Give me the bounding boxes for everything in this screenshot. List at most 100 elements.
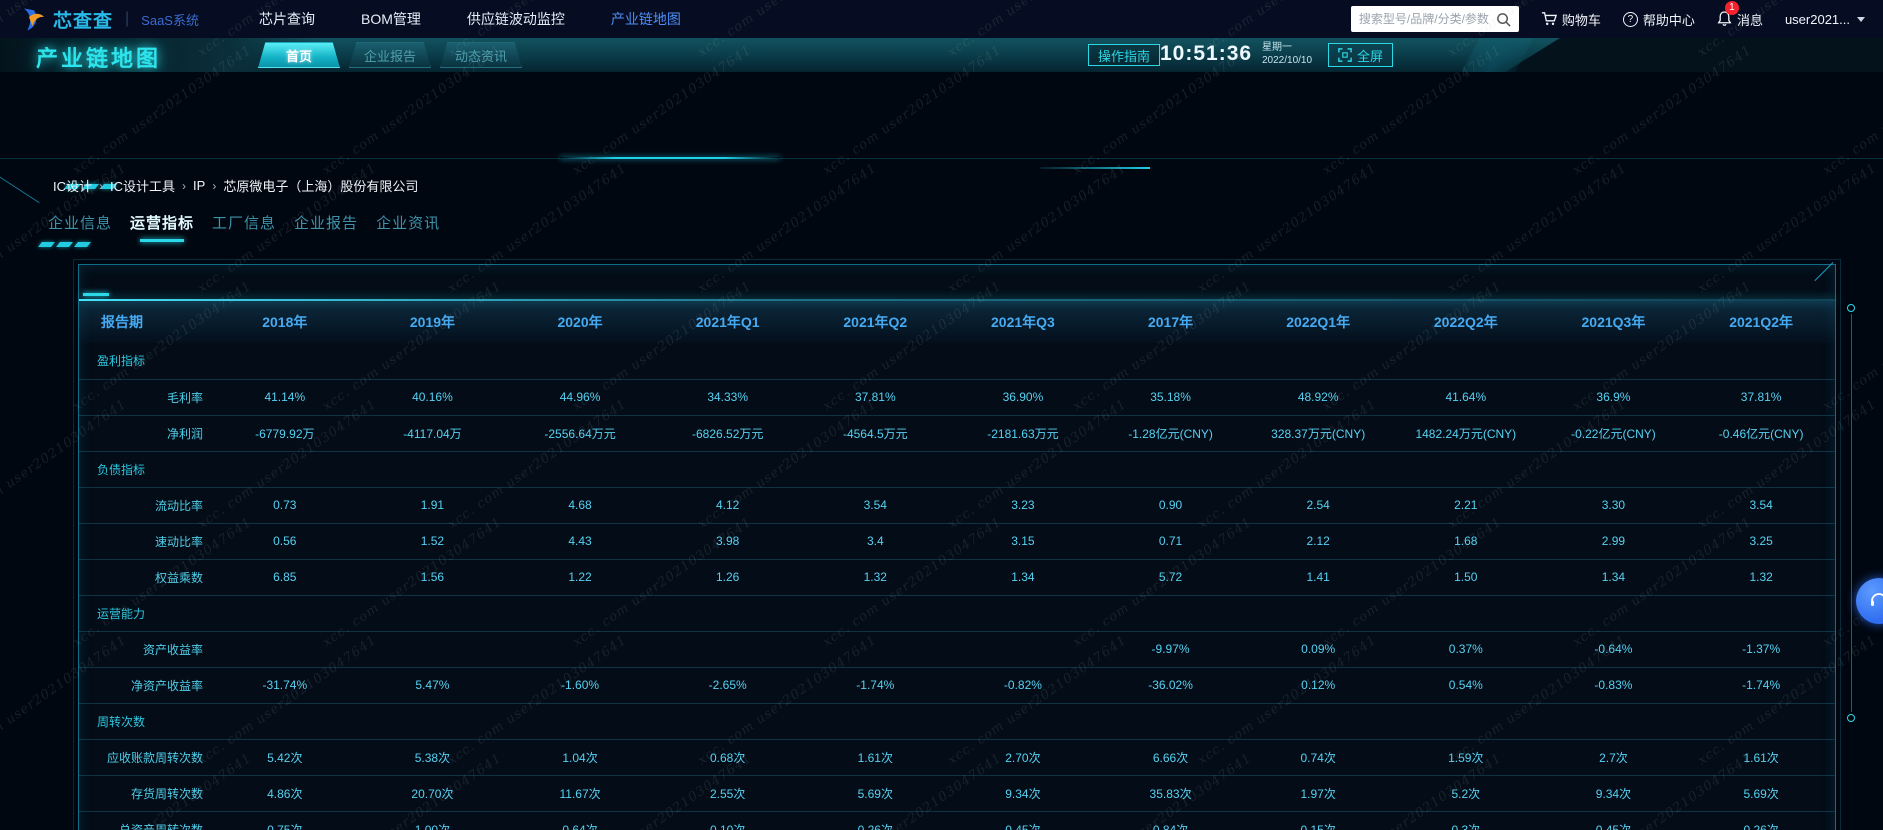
metric-value-4: -4564.5万元: [802, 415, 950, 451]
metric-value-9: -0.22亿元(CNY): [1540, 415, 1688, 451]
metric-value-9: 2.7次: [1540, 739, 1688, 775]
xinchacha-logo-icon: [18, 6, 45, 33]
detail-tab-2[interactable]: 工厂信息: [212, 212, 276, 242]
metric-value-7: 2.54: [1244, 487, 1392, 523]
metric-row-4: 流动比率0.731.914.684.123.543.230.902.542.21…: [79, 487, 1835, 523]
module-tab-2[interactable]: 动态资讯: [440, 42, 522, 68]
metric-value-4: 1.61次: [802, 739, 950, 775]
metric-row-1: 毛利率41.14%40.16%44.96%34.33%37.81%36.90%3…: [79, 379, 1835, 415]
metric-value-8: 0.3次: [1392, 811, 1540, 830]
metric-value-10: 3.25: [1687, 523, 1835, 559]
metric-value-1: 5.38次: [359, 739, 507, 775]
metric-value-0: [211, 631, 359, 667]
metric-row-2: 净利润-6779.92万-4117.04万-2556.64万元-6826.52万…: [79, 415, 1835, 451]
metric-value-3: 2.55次: [654, 775, 802, 811]
right-frame-line: [1851, 314, 1852, 712]
topnav-item-3[interactable]: 产业链地图: [611, 9, 681, 29]
corner-accent-line: [0, 174, 40, 203]
metric-row-8: 资产收益率-9.97%0.09%0.37%-0.64%-1.37%: [79, 631, 1835, 667]
section-label: 周转次数: [79, 703, 1835, 739]
search-input[interactable]: [1359, 12, 1490, 26]
metric-value-8: 0.37%: [1392, 631, 1540, 667]
topbar-right: 购物车 ? 帮助中心 1 消息 user2021...: [1351, 6, 1865, 32]
metric-value-6: 35.18%: [1097, 379, 1245, 415]
username-label: user2021...: [1785, 12, 1850, 27]
help-icon: ?: [1623, 12, 1638, 27]
messages-button[interactable]: 1 消息: [1717, 10, 1763, 29]
breadcrumb-item-0[interactable]: IC设计: [53, 176, 92, 195]
column-header-1: 2018年: [211, 301, 359, 343]
metric-value-6: 6.66次: [1097, 739, 1245, 775]
operation-guide-button[interactable]: 操作指南: [1088, 44, 1160, 66]
weekday-label: 星期一: [1262, 41, 1312, 54]
metric-value-3: 0.68次: [654, 739, 802, 775]
metric-value-1: 1.00次: [359, 811, 507, 830]
metric-value-2: 4.68: [506, 487, 654, 523]
breadcrumb-item-1[interactable]: IC设计工具: [110, 176, 175, 195]
metric-value-5: 2.70次: [949, 739, 1097, 775]
metric-row-9: 净资产收益率-31.74%5.47%-1.60%-2.65%-1.74%-0.8…: [79, 667, 1835, 703]
metric-value-10: -1.74%: [1687, 667, 1835, 703]
service-icon: [1869, 591, 1883, 611]
date-label: 2022/10/10: [1262, 54, 1312, 67]
metric-value-7: 0.74次: [1244, 739, 1392, 775]
cart-button[interactable]: 购物车: [1541, 10, 1601, 29]
metric-value-3: -2.65%: [654, 667, 802, 703]
column-header-2: 2019年: [359, 301, 507, 343]
detail-tab-4[interactable]: 企业资讯: [376, 212, 440, 242]
search-icon[interactable]: [1496, 12, 1511, 27]
metric-value-4: 3.4: [802, 523, 950, 559]
metric-value-2: 11.67次: [506, 775, 654, 811]
circuit-line-bright: [1040, 167, 1150, 169]
topnav-item-2[interactable]: 供应链波动监控: [467, 9, 565, 29]
metric-value-3: 3.98: [654, 523, 802, 559]
module-tab-0[interactable]: 首页: [258, 42, 340, 68]
metric-value-3: 34.33%: [654, 379, 802, 415]
metric-value-7: 0.09%: [1244, 631, 1392, 667]
breadcrumb: IC设计›IC设计工具›IP›芯原微电子（上海）股份有限公司: [53, 176, 418, 195]
metric-value-10: 3.54: [1687, 487, 1835, 523]
company-detail-tabs: 企业信息运营指标工厂信息企业报告企业资讯: [48, 212, 440, 242]
metric-value-5: 0.45次: [949, 811, 1097, 830]
metric-value-9: 1.34: [1540, 559, 1688, 595]
section-label: 负债指标: [79, 451, 1835, 487]
metric-label: 净资产收益率: [79, 667, 211, 703]
metric-row-5: 速动比率0.561.524.433.983.43.150.712.121.682…: [79, 523, 1835, 559]
metric-value-10: 0.26次: [1687, 811, 1835, 830]
fullscreen-button[interactable]: 全屏: [1328, 43, 1393, 67]
metric-value-6: 35.83次: [1097, 775, 1245, 811]
cart-label: 购物车: [1562, 10, 1601, 29]
module-tab-1[interactable]: 企业报告: [349, 42, 431, 68]
topnav-item-0[interactable]: 芯片查询: [259, 9, 315, 29]
app-logo[interactable]: 芯查查 | SaaS系统: [18, 6, 199, 33]
metric-value-6: 5.72: [1097, 559, 1245, 595]
metric-value-4: 0.26次: [802, 811, 950, 830]
topnav-item-1[interactable]: BOM管理: [361, 9, 421, 29]
metric-value-7: 328.37万元(CNY): [1244, 415, 1392, 451]
module-tabs: 首页企业报告动态资讯: [258, 42, 522, 68]
detail-tab-0[interactable]: 企业信息: [48, 212, 112, 242]
user-menu[interactable]: user2021...: [1785, 12, 1865, 27]
metric-value-3: -6826.52万元: [654, 415, 802, 451]
messages-label: 消息: [1737, 10, 1763, 29]
section-label: 盈利指标: [79, 343, 1835, 379]
metric-value-0: 0.56: [211, 523, 359, 559]
breadcrumb-item-3[interactable]: 芯原微电子（上海）股份有限公司: [223, 176, 418, 195]
page-title: 产业链地图: [36, 41, 161, 72]
metric-value-4: 3.54: [802, 487, 950, 523]
detail-tab-1[interactable]: 运营指标: [130, 212, 194, 242]
metric-value-5: 9.34次: [949, 775, 1097, 811]
metrics-panel: 报告期2018年2019年2020年2021年Q12021年Q22021年Q32…: [78, 264, 1836, 830]
help-label: 帮助中心: [1643, 10, 1695, 29]
metric-value-5: [949, 631, 1097, 667]
metric-value-3: 4.12: [654, 487, 802, 523]
metric-label: 毛利率: [79, 379, 211, 415]
top-nav-items: 芯片查询 BOM管理 供应链波动监控 产业链地图: [259, 9, 681, 29]
help-center-button[interactable]: ? 帮助中心: [1623, 10, 1695, 29]
logo-subtitle: SaaS系统: [141, 10, 199, 29]
detail-tab-3[interactable]: 企业报告: [294, 212, 358, 242]
breadcrumb-item-2[interactable]: IP: [193, 178, 205, 193]
metric-row-11: 应收账款周转次数5.42次5.38次1.04次0.68次1.61次2.70次6.…: [79, 739, 1835, 775]
metric-value-8: 1.50: [1392, 559, 1540, 595]
metric-value-0: 4.86次: [211, 775, 359, 811]
